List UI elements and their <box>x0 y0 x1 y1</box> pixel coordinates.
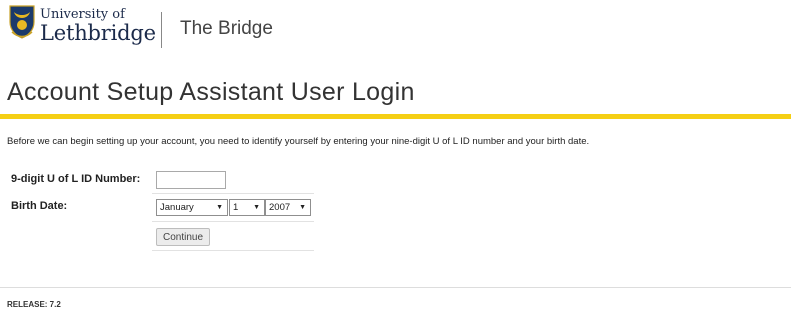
intro-text: Before we can begin setting up your acco… <box>7 136 590 147</box>
continue-button[interactable]: Continue <box>156 228 210 246</box>
page-title: Account Setup Assistant User Login <box>7 78 415 106</box>
university-logo-text[interactable]: University of Lethbridge <box>40 8 156 44</box>
dropdown-caret-icon: ▼ <box>216 204 223 211</box>
birth-year-select[interactable]: 2007 ▼ <box>265 199 311 216</box>
footer-divider <box>0 287 791 288</box>
id-number-input[interactable] <box>156 171 226 189</box>
birth-year-value: 2007 <box>269 202 291 213</box>
dropdown-caret-icon: ▼ <box>253 204 260 211</box>
logo-line-lethbridge: Lethbridge <box>40 21 156 45</box>
header-divider <box>161 12 162 48</box>
birth-month-value: January <box>160 202 194 213</box>
row-divider <box>152 193 314 194</box>
site-title[interactable]: The Bridge <box>180 18 273 40</box>
birth-month-select[interactable]: January ▼ <box>156 199 228 216</box>
title-accent-bar <box>0 114 791 119</box>
dropdown-caret-icon: ▼ <box>299 204 306 211</box>
logo-line-university-of: University of <box>40 7 125 22</box>
birth-day-value: 1 <box>233 202 239 213</box>
university-crest-icon <box>9 5 35 39</box>
id-number-label: 9-digit U of L ID Number: <box>11 173 141 185</box>
release-version: RELEASE: 7.2 <box>7 300 61 309</box>
birth-day-select[interactable]: 1 ▼ <box>229 199 265 216</box>
row-divider <box>152 250 314 251</box>
site-header: University of Lethbridge The Bridge <box>0 0 791 64</box>
row-divider <box>152 221 314 222</box>
birth-date-label: Birth Date: <box>11 200 68 212</box>
